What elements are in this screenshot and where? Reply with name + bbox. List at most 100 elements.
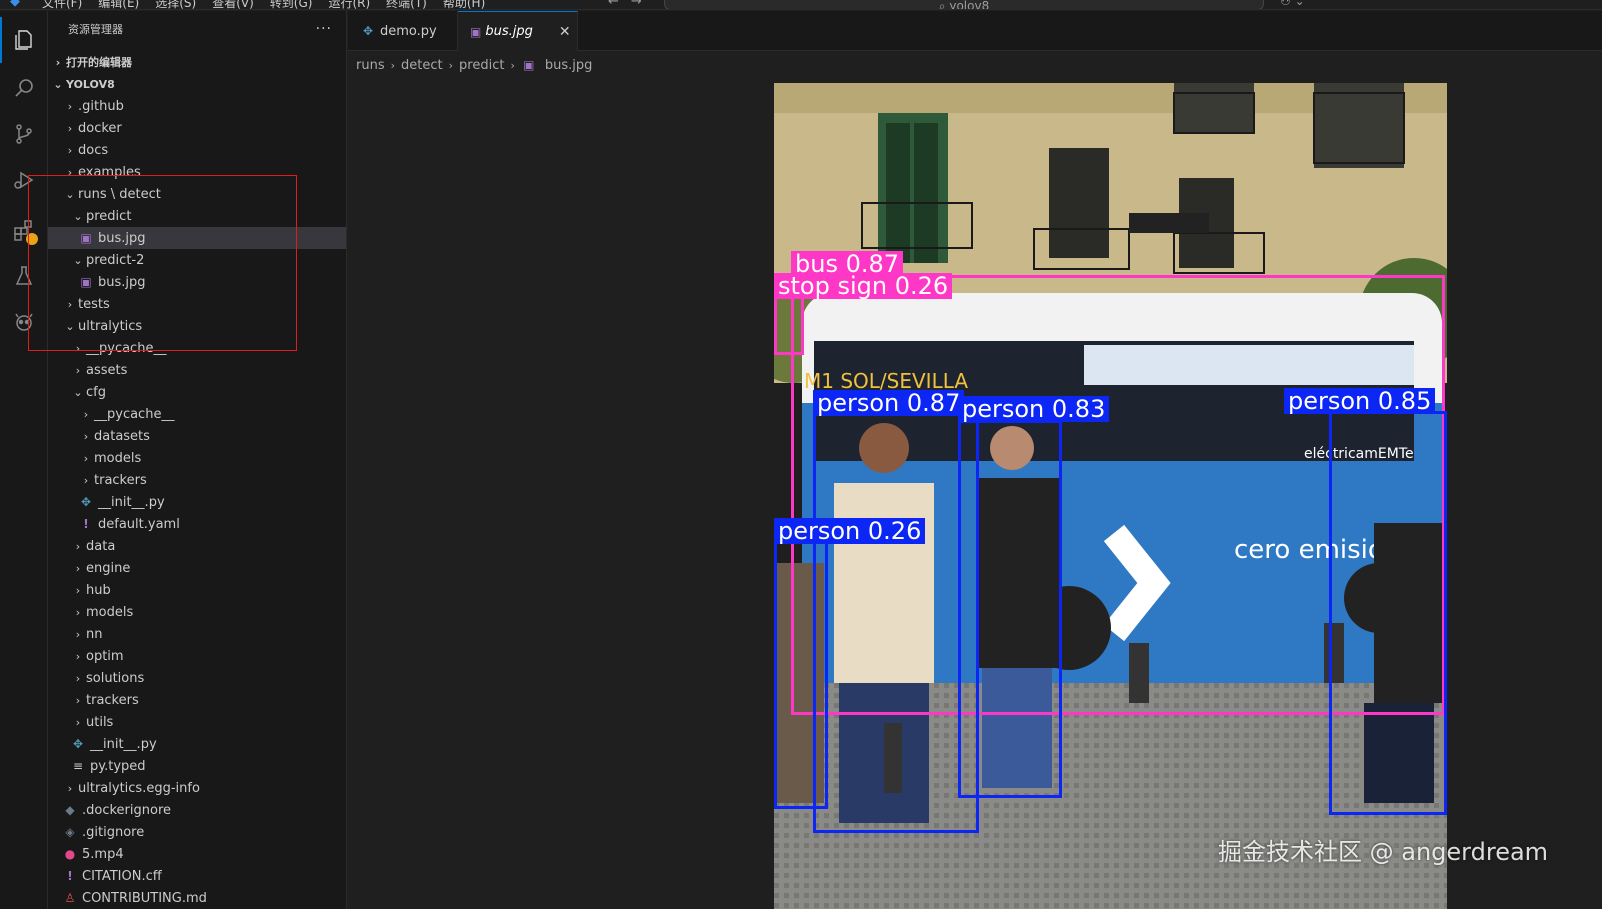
tree-item-gitignore[interactable]: ◈ .gitignore	[48, 821, 346, 843]
chevron-right-icon: ›	[83, 451, 89, 465]
menu-selection[interactable]: 选择(S)	[155, 0, 196, 9]
chevron-right-icon: ›	[75, 627, 81, 641]
chevron-right-icon: ›	[510, 58, 515, 72]
tree-item-contributing[interactable]: ♙ CONTRIBUTING.md	[48, 887, 346, 909]
menu-go[interactable]: 转到(G)	[270, 0, 313, 9]
close-icon[interactable]: ✕	[559, 24, 571, 40]
tree-item-cfg-init-py[interactable]: ✥ __init__.py	[48, 491, 346, 513]
tree-item-egg-info[interactable]: › ultralytics.egg-info	[48, 777, 346, 799]
tab-demo-py[interactable]: ✥ demo.py	[348, 11, 458, 51]
tree-item-label: CONTRIBUTING.md	[82, 890, 207, 906]
breadcrumb-bus-jpg[interactable]: bus.jpg	[545, 58, 593, 73]
tree-item-label: default.yaml	[98, 516, 180, 532]
tree-item-citation[interactable]: ! CITATION.cff	[48, 865, 346, 887]
tree-item-label: docker	[78, 120, 122, 136]
back-arrow-icon[interactable]: ←	[608, 0, 619, 9]
command-center-search[interactable]: ⌕ yolov8	[664, 0, 1264, 10]
tree-item-label: engine	[86, 560, 131, 576]
tree-item-label: datasets	[94, 428, 150, 444]
explorer-icon[interactable]	[0, 17, 48, 63]
menu-terminal[interactable]: 终端(T)	[386, 0, 427, 9]
open-editors-label: 打开的编辑器	[66, 56, 132, 69]
tree-item-cfg-pycache[interactable]: › __pycache__	[48, 403, 346, 425]
chevron-right-icon: ›	[75, 561, 81, 575]
chevron-right-icon: ›	[55, 55, 61, 69]
tab-bar: ✥ demo.py ▣ bus.jpg ✕	[348, 11, 1602, 51]
chevron-right-icon: ›	[83, 473, 89, 487]
git-file-icon: ◈	[65, 825, 75, 839]
forward-arrow-icon[interactable]: →	[631, 0, 642, 9]
tree-item-data[interactable]: › data	[48, 535, 346, 557]
chevron-right-icon: ›	[67, 781, 73, 795]
tree-item-label: ultralytics.egg-info	[78, 780, 200, 796]
python-file-icon: ✥	[362, 24, 374, 38]
tree-item-default-yaml[interactable]: ! default.yaml	[48, 513, 346, 535]
tree-item-docker[interactable]: › docker	[48, 117, 346, 139]
markdown-file-icon: ♙	[64, 891, 76, 905]
tree-item-cfg-models[interactable]: › models	[48, 447, 346, 469]
tree-item-hub[interactable]: › hub	[48, 579, 346, 601]
breadcrumb: runs › detect › predict › ▣ bus.jpg	[356, 55, 592, 75]
workspace-root[interactable]: ⌄ YOLOV8	[48, 73, 346, 95]
copilot-icon[interactable]: ⚇ ⌄	[1280, 0, 1305, 8]
tree-item-engine[interactable]: › engine	[48, 557, 346, 579]
editor-area: ✥ demo.py ▣ bus.jpg ✕ runs › detect › pr…	[348, 11, 1602, 909]
tree-item-assets[interactable]: › assets	[48, 359, 346, 381]
tree-item-models[interactable]: › models	[48, 601, 346, 623]
chevron-right-icon: ›	[75, 605, 81, 619]
tree-item-py-typed[interactable]: ≡ py.typed	[48, 755, 346, 777]
search-icon[interactable]	[0, 65, 48, 111]
tree-item-5-mp4[interactable]: ● 5.mp4	[48, 843, 346, 865]
text-file-icon: ≡	[72, 759, 84, 773]
tree-item-cfg[interactable]: ⌄ cfg	[48, 381, 346, 403]
tree-item-cfg-trackers[interactable]: › trackers	[48, 469, 346, 491]
tree-item-label: __pycache__	[94, 406, 175, 422]
chevron-right-icon: ›	[83, 429, 89, 443]
breadcrumb-runs[interactable]: runs	[356, 58, 385, 73]
tree-item-init-py[interactable]: ✥ __init__.py	[48, 733, 346, 755]
tree-item-label: 5.mp4	[82, 846, 124, 862]
explorer-title: 资源管理器	[68, 23, 123, 36]
menu-run[interactable]: 运行(R)	[328, 0, 370, 9]
chevron-right-icon: ›	[67, 121, 73, 135]
tree-item-github[interactable]: › .github	[48, 95, 346, 117]
tab-bus-jpg[interactable]: ▣ bus.jpg ✕	[458, 11, 578, 51]
bbox-person-4	[774, 541, 828, 809]
tree-item-nn[interactable]: › nn	[48, 623, 346, 645]
menu-edit[interactable]: 编辑(E)	[98, 0, 139, 9]
breadcrumb-detect[interactable]: detect	[401, 58, 443, 73]
menu-bar: 文件(F) 编辑(E) 选择(S) 查看(V) 转到(G) 运行(R) 终端(T…	[42, 0, 485, 9]
highlight-annotation-box	[28, 175, 297, 351]
video-file-icon: ●	[64, 847, 76, 861]
more-actions-icon[interactable]: ···	[316, 21, 332, 37]
tree-item-label: trackers	[86, 692, 139, 708]
menu-help[interactable]: 帮助(H)	[443, 0, 485, 9]
tree-item-docs[interactable]: › docs	[48, 139, 346, 161]
tree-item-label: solutions	[86, 670, 145, 686]
nav-arrows: ← →	[608, 0, 642, 9]
tree-item-utils[interactable]: › utils	[48, 711, 346, 733]
command-center-text: yolov8	[949, 0, 990, 10]
bbox-stop-sign	[774, 295, 804, 355]
chevron-right-icon: ›	[67, 99, 73, 113]
tree-item-solutions[interactable]: › solutions	[48, 667, 346, 689]
tree-item-trackers[interactable]: › trackers	[48, 689, 346, 711]
chevron-right-icon: ›	[75, 671, 81, 685]
source-control-icon[interactable]	[0, 111, 48, 157]
tree-item-label: trackers	[94, 472, 147, 488]
menu-file[interactable]: 文件(F)	[42, 0, 82, 9]
tree-item-label: .github	[78, 98, 124, 114]
breadcrumb-predict[interactable]: predict	[459, 58, 504, 73]
bbox-person-1	[813, 413, 979, 833]
tree-item-optim[interactable]: › optim	[48, 645, 346, 667]
tree-item-label: CITATION.cff	[82, 868, 162, 884]
bbox-person-3	[1329, 411, 1447, 815]
tree-item-datasets[interactable]: › datasets	[48, 425, 346, 447]
chevron-right-icon: ›	[75, 693, 81, 707]
open-editors-section[interactable]: › 打开的编辑器	[48, 51, 346, 73]
tree-item-label: data	[86, 538, 116, 554]
tree-item-label: docs	[78, 142, 109, 158]
tree-item-dockerignore[interactable]: ◆ .dockerignore	[48, 799, 346, 821]
menu-view[interactable]: 查看(V)	[212, 0, 254, 9]
bbox-label-person-1: person 0.87	[813, 390, 965, 416]
